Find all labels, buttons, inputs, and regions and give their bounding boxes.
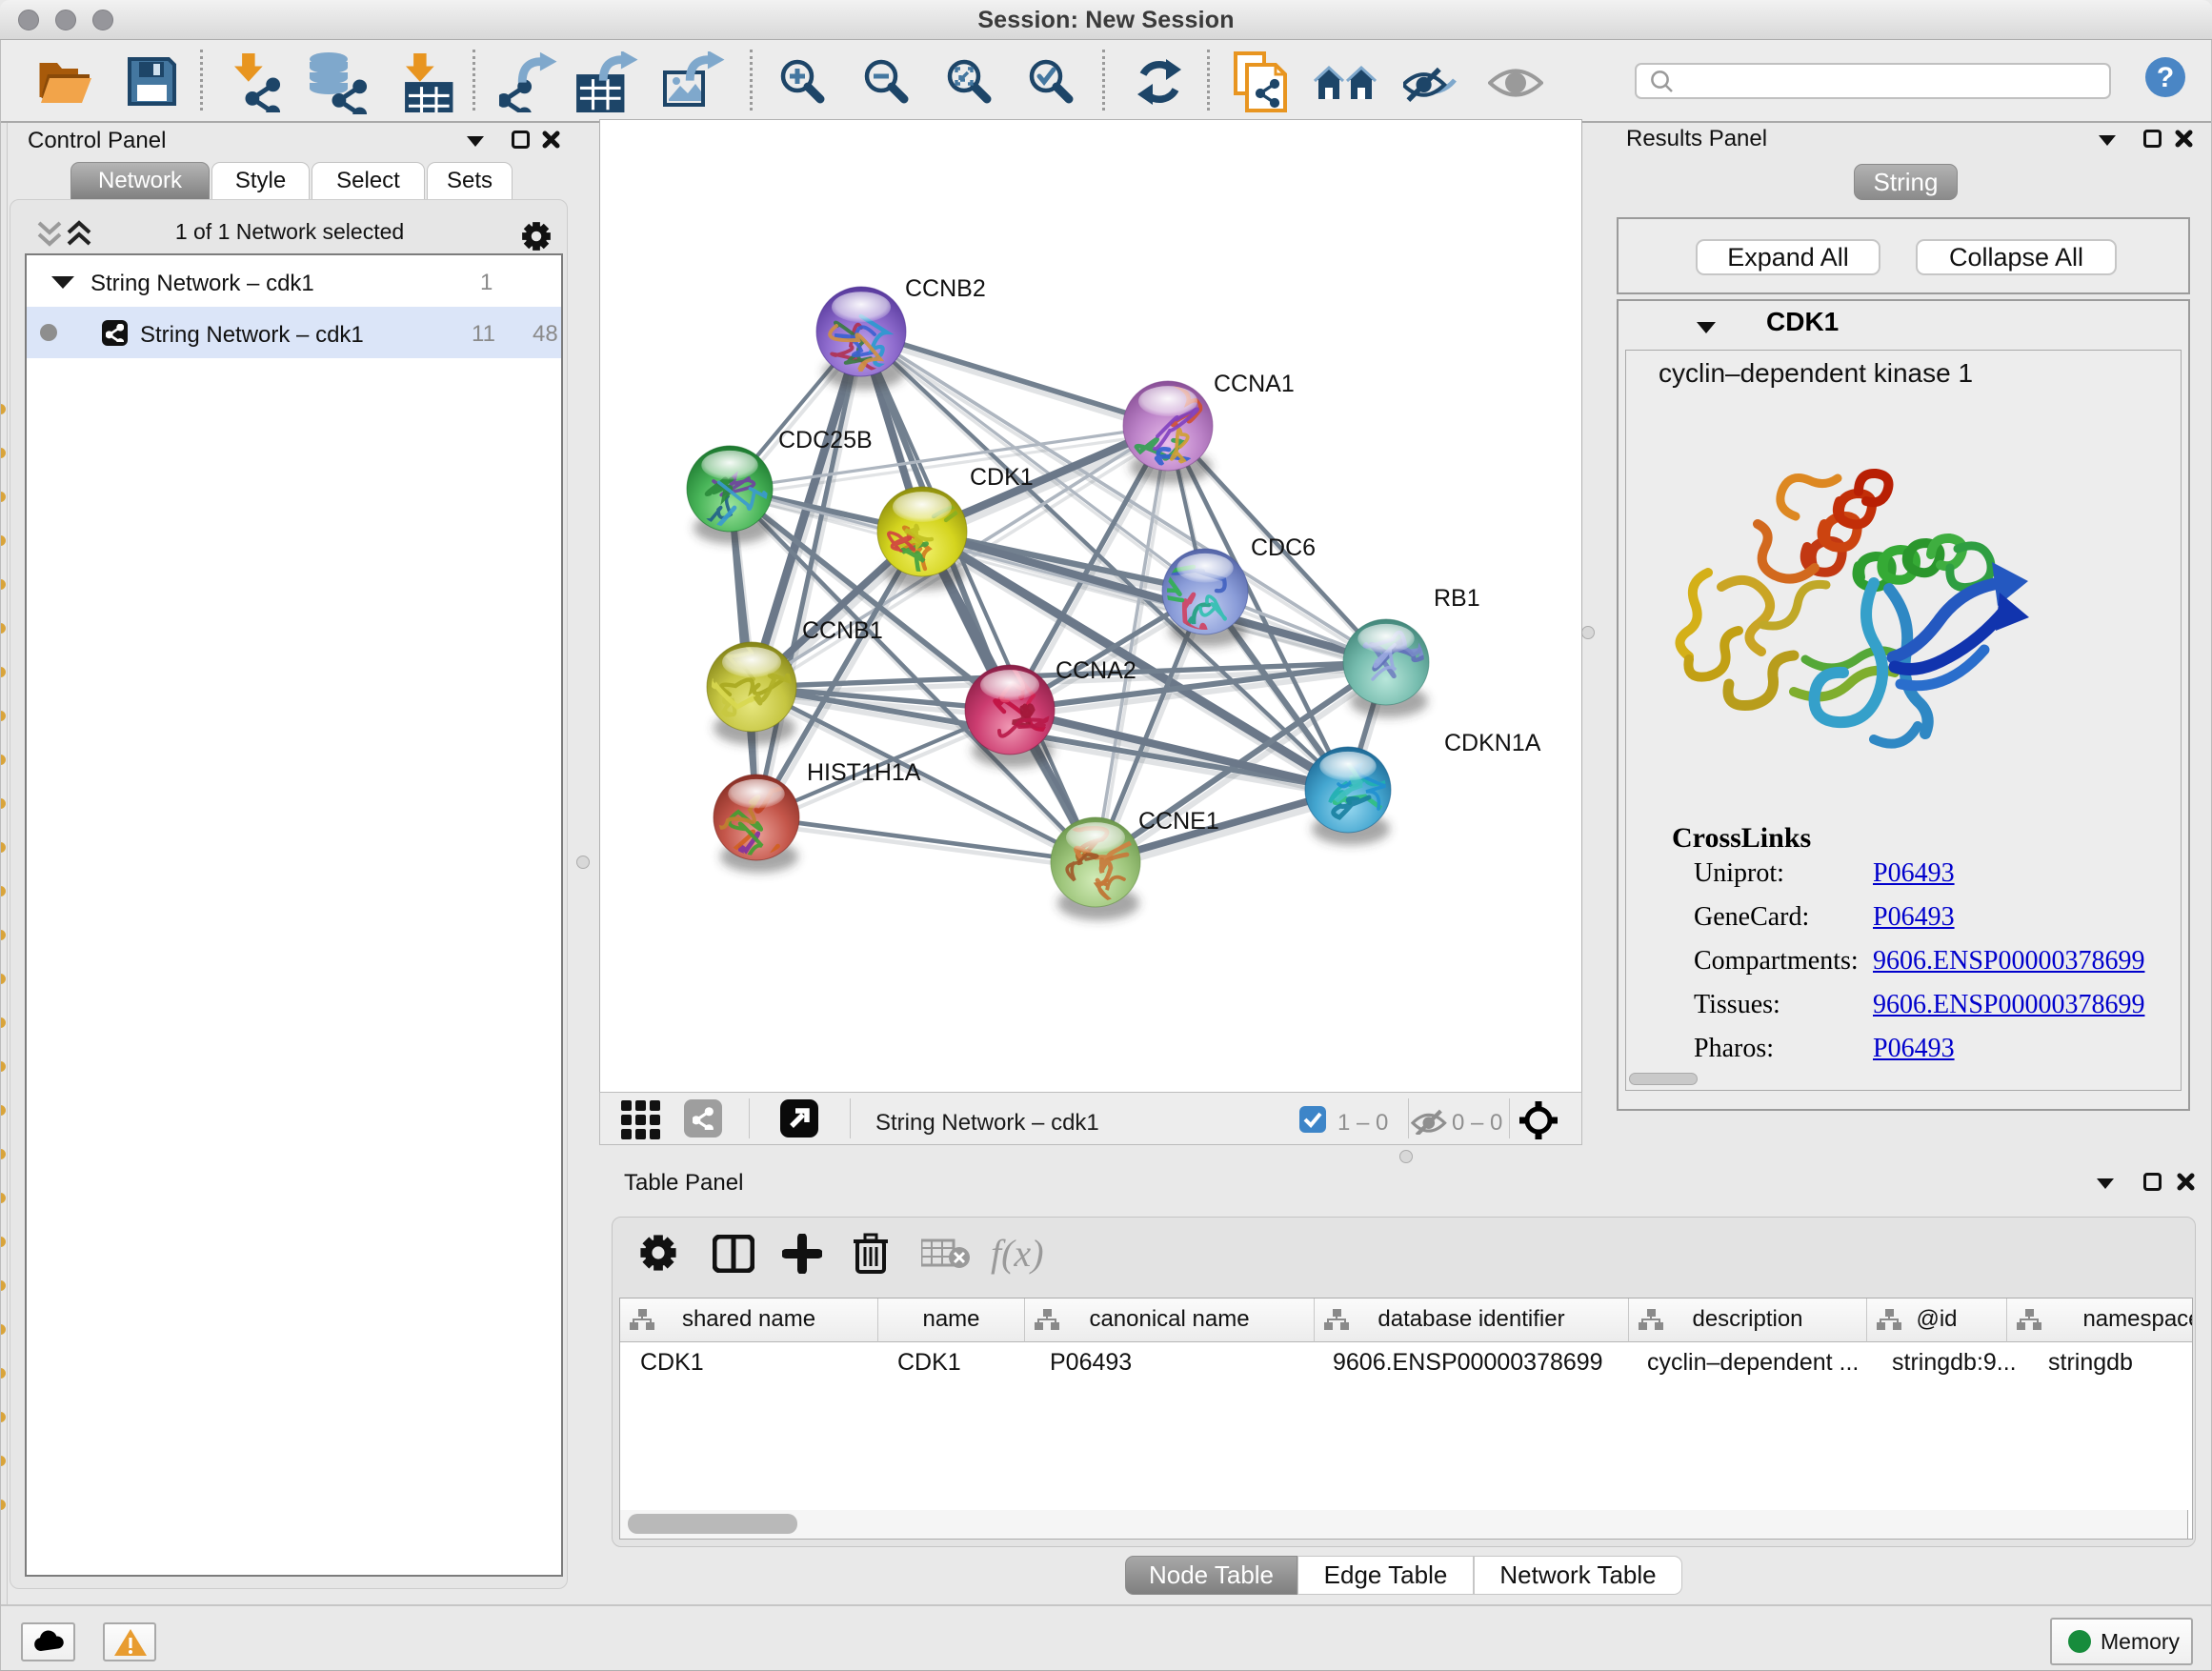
svg-text:CCNB1: CCNB1 (802, 617, 883, 644)
svg-text:HIST1H1A: HIST1H1A (807, 759, 921, 786)
svg-text:CCNE1: CCNE1 (1138, 808, 1219, 835)
svg-text:CCNA1: CCNA1 (1214, 371, 1295, 397)
svg-text:CDC6: CDC6 (1251, 534, 1316, 561)
svg-text:RB1: RB1 (1434, 585, 1480, 612)
svg-text:CDK1: CDK1 (970, 464, 1034, 491)
svg-text:?: ? (2157, 62, 2174, 93)
svg-text:CCNA2: CCNA2 (1056, 657, 1136, 684)
svg-text:CDC25B: CDC25B (778, 427, 873, 453)
svg-text:CDKN1A: CDKN1A (1444, 730, 1541, 756)
svg-text:CCNB2: CCNB2 (905, 275, 986, 302)
